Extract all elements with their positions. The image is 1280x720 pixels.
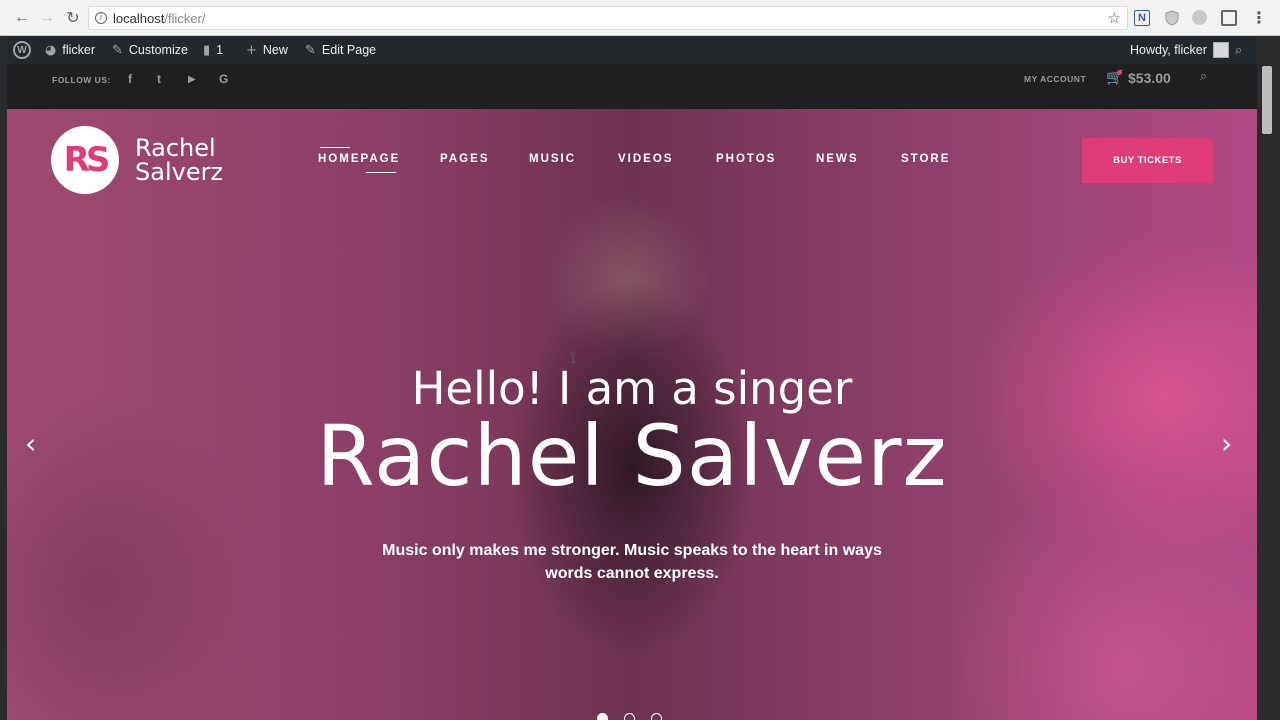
wp-new-link[interactable]: + New [246,36,288,64]
search-icon[interactable]: ⌕ [1200,69,1207,84]
url-host: localhost [113,11,165,26]
info-icon[interactable]: i [95,12,107,24]
facebook-icon[interactable]: f [128,72,132,86]
slider-next-icon[interactable]: › [1221,427,1232,460]
reload-icon[interactable]: ↻ [63,8,83,28]
howdy-label: Howdy, flicker [1130,43,1207,57]
nav-store[interactable]: STORE [901,153,950,165]
back-icon[interactable]: ← [12,8,32,28]
wp-site-link[interactable]: ◕ flicker [45,36,95,64]
tagline-line-1: Music only makes me stronger. Music spea… [382,542,882,559]
hero-slider: RS Rachel Salverz HOMEPAGE PAGES MUSIC V… [7,109,1257,720]
nav-homepage[interactable]: HOMEPAGE [318,153,400,165]
address-bar[interactable]: i localhost/flicker/ ☆ [88,6,1128,30]
bookmark-star-icon[interactable]: ☆ [1108,9,1121,27]
wp-customize-link[interactable]: ✎ Customize [112,36,188,64]
logo-line-1: Rachel [135,134,216,162]
pencil-icon: ✎ [305,42,316,58]
comment-icon: ▮ [203,42,211,58]
slider-dot-1[interactable] [597,713,608,720]
new-label: New [262,43,288,57]
follow-us-label: FOLLOW US: [52,75,111,85]
nav-news[interactable]: NEWS [816,153,859,165]
wp-edit-page-link[interactable]: ✎ Edit Page [305,36,376,64]
wp-comments-link[interactable]: ▮ 1 [203,36,223,64]
twitter-icon[interactable]: t [157,72,161,86]
site-name: flicker [62,43,95,57]
brush-icon: ✎ [112,42,123,58]
logo-monogram[interactable]: RS [51,126,119,194]
youtube-icon[interactable]: ▶ [188,74,196,85]
url-path: /flicker/ [164,11,206,26]
google-icon[interactable]: G [219,72,228,86]
extension-n-icon[interactable]: N [1134,10,1150,26]
customize-label: Customize [128,43,188,57]
window-edge [0,36,7,720]
avatar [1212,42,1229,58]
cart-badge [1117,70,1122,75]
cart-total[interactable]: $53.00 [1128,70,1171,86]
site-topbar: FOLLOW US: f t ▶ G MY ACCOUNT 🛒 $53.00 ⌕ [7,64,1257,109]
extension-circle-icon[interactable] [1192,10,1207,25]
dashboard-icon: ◕ [45,42,57,58]
nav-pages[interactable]: PAGES [440,153,489,165]
nav-active-overline [320,147,350,148]
buy-tickets-button[interactable]: BUY TICKETS [1082,138,1213,183]
browser-menu-icon[interactable]: ⋮ [1251,10,1267,27]
wp-account-menu[interactable]: Howdy, flicker [1130,36,1229,64]
wp-admin-bar: W ◕ flicker ✎ Customize ▮ 1 + New ✎ Edit… [7,36,1257,64]
logo-text[interactable]: Rachel Salverz [135,136,223,184]
hero-title: Rachel Salverz [316,407,948,505]
wordpress-logo-icon[interactable]: W [13,36,31,64]
browser-toolbar: ← → ↻ i localhost/flicker/ ☆ N ⋮ [0,0,1280,36]
plus-icon: + [246,42,257,58]
nav-photos[interactable]: PHOTOS [716,153,776,165]
my-account-link[interactable]: MY ACCOUNT [1024,74,1086,84]
logo-line-2: Salverz [135,158,224,186]
edit-page-label: Edit Page [321,43,377,57]
page-scrollbar[interactable] [1257,64,1280,720]
url-text: localhost/flicker/ [113,11,205,26]
slider-dot-2[interactable] [624,713,635,720]
wp-search-icon[interactable]: ⌕ [1235,36,1242,64]
fullscreen-icon[interactable] [1221,10,1237,26]
forward-icon[interactable]: → [37,8,57,28]
nav-videos[interactable]: VIDEOS [618,153,673,165]
scrollbar-thumb[interactable] [1262,66,1272,134]
slider-dot-3[interactable] [651,713,662,720]
hero-tagline: Music only makes me stronger. Music spea… [332,539,932,585]
comments-count: 1 [216,43,224,57]
nav-active-underline [366,172,396,173]
tagline-line-2: words cannot express. [545,565,719,582]
shield-icon[interactable] [1164,10,1180,26]
slider-pagination [597,713,662,720]
slider-prev-icon[interactable]: ‹ [25,427,36,460]
nav-music[interactable]: MUSIC [529,153,576,165]
